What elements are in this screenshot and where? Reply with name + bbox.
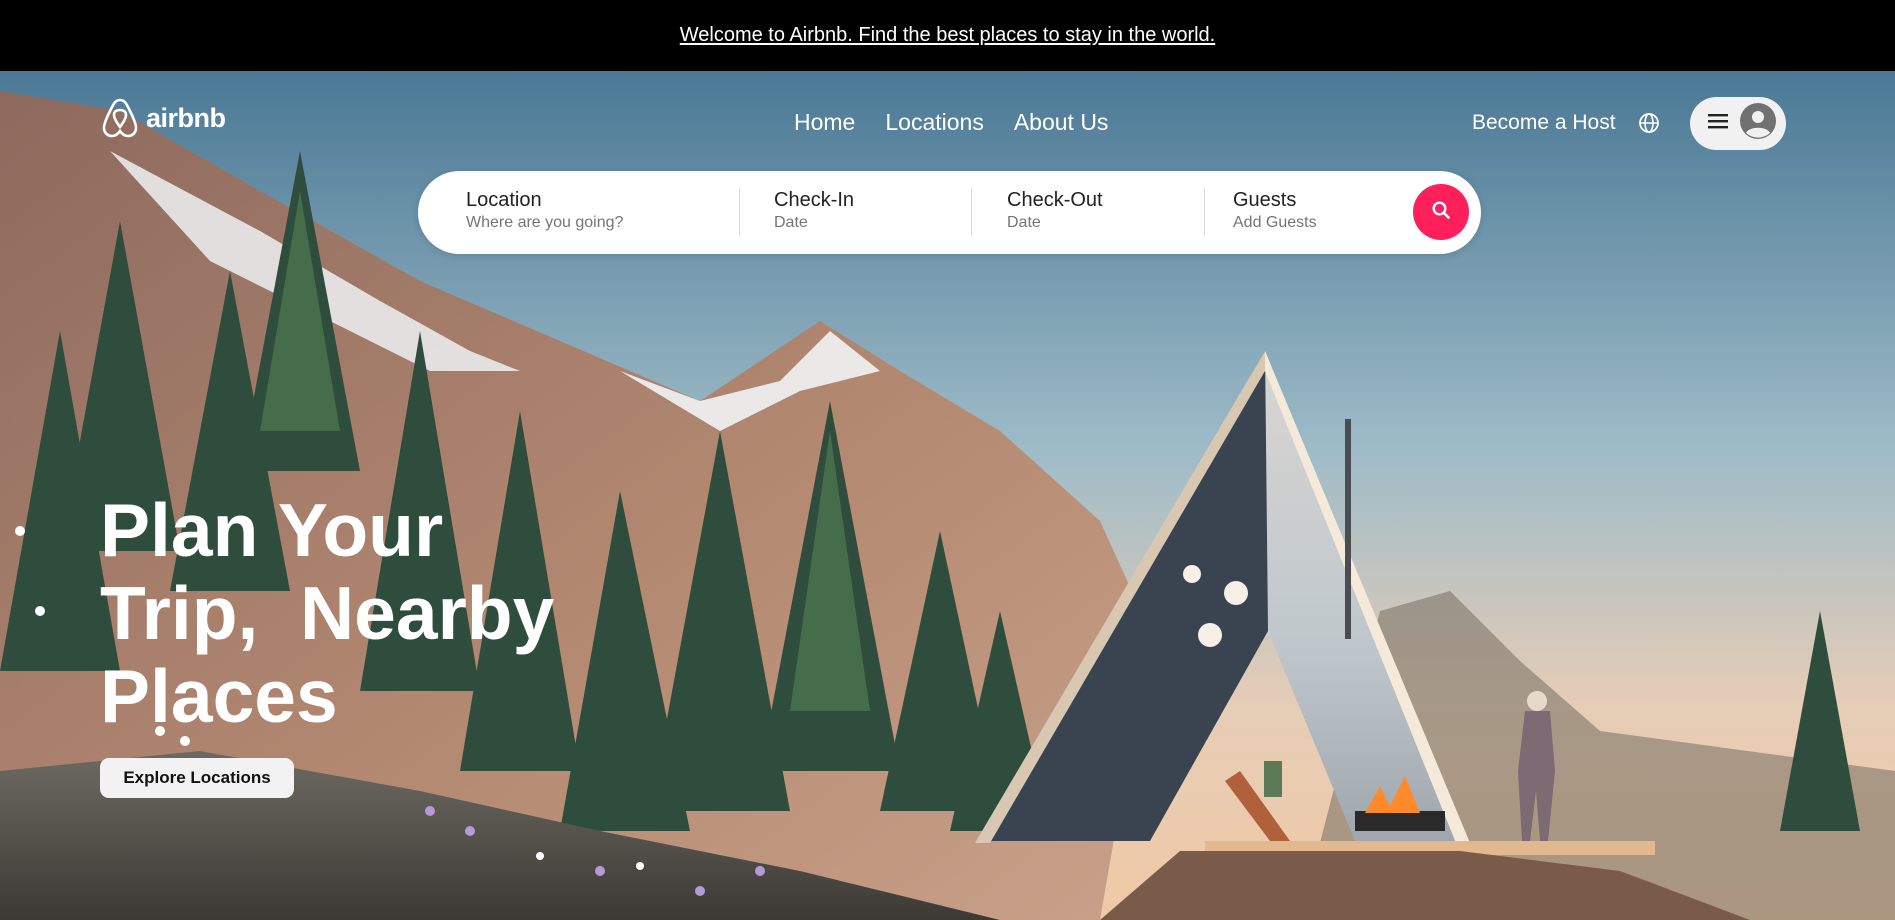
user-menu-button[interactable] (1690, 97, 1786, 150)
globe-icon[interactable] (1638, 112, 1660, 139)
search-field-check-out-title: Check-Out (1007, 189, 1103, 211)
search-field-check-out[interactable]: Check-Out Date (1007, 188, 1207, 234)
search-divider (739, 188, 740, 236)
main-nav: Home Locations About Us (794, 109, 1108, 136)
announcement-link[interactable]: Welcome to Airbnb. Find the best places … (680, 24, 1215, 47)
search-field-location-placeholder: Where are you going? (466, 214, 624, 231)
search-button[interactable] (1413, 184, 1469, 240)
search-icon (1431, 200, 1451, 225)
hero-section: airbnb Home Locations About Us Become a … (0, 71, 1895, 920)
search-field-check-in-title: Check-In (774, 189, 855, 211)
hero-headline: Plan Your Trip, Nearby Places (100, 488, 555, 738)
search-field-check-in-placeholder: Date (774, 214, 808, 231)
nav-about-us[interactable]: About Us (1014, 109, 1109, 136)
brand-name: airbnb (146, 102, 226, 133)
search-field-guests-title: Guests (1233, 189, 1297, 211)
nav-locations[interactable]: Locations (885, 109, 983, 136)
nav-home[interactable]: Home (794, 109, 855, 136)
explore-locations-button[interactable]: Explore Locations (100, 758, 294, 798)
search-field-location[interactable]: Location Where are you going? (466, 188, 726, 234)
search-bar: Location Where are you going? Check-In D… (418, 171, 1481, 254)
hamburger-icon (1708, 113, 1728, 134)
search-field-guests-placeholder: Add Guests (1233, 214, 1317, 231)
search-field-location-title: Location (466, 189, 542, 211)
search-divider (971, 188, 972, 236)
airbnb-logo-icon (102, 98, 138, 138)
search-field-check-out-placeholder: Date (1007, 214, 1041, 231)
become-host-link[interactable]: Become a Host (1472, 111, 1616, 135)
announcement-bar: Welcome to Airbnb. Find the best places … (0, 0, 1895, 71)
airbnb-logo[interactable]: airbnb (100, 97, 226, 139)
search-divider (1204, 188, 1205, 236)
search-field-check-in[interactable]: Check-In Date (774, 188, 974, 234)
user-avatar-icon (1740, 103, 1776, 144)
search-field-guests[interactable]: Guests Add Guests (1233, 188, 1403, 234)
